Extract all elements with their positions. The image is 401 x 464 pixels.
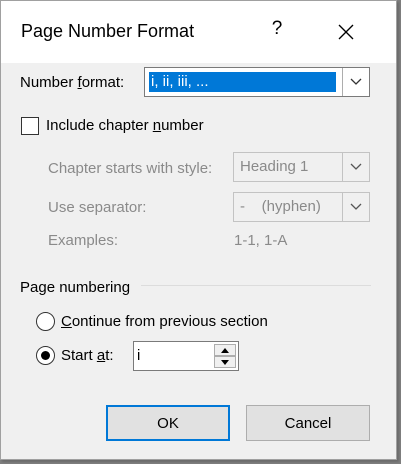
ok-button[interactable]: OK: [106, 405, 230, 441]
page-number-format-dialog: Page Number Format ? Number format: i, i…: [0, 0, 397, 460]
chapter-style-dropdown: Heading 1: [233, 152, 370, 182]
examples-label: Examples:: [48, 232, 119, 249]
page-numbering-heading: Page numbering: [20, 279, 131, 296]
number-format-value: i, ii, iii, ...: [149, 72, 336, 92]
include-chapter-label[interactable]: Include chapter number: [46, 117, 204, 134]
chapter-style-dropdown-button: [342, 153, 369, 181]
triangle-down-icon: [221, 359, 229, 365]
number-format-dropdown-button[interactable]: [342, 68, 369, 96]
close-icon: [338, 24, 354, 40]
chapter-style-value: Heading 1: [240, 158, 309, 175]
spin-up-button[interactable]: [214, 344, 236, 356]
radio-selected-dot: [41, 351, 50, 360]
triangle-up-icon: [221, 347, 229, 353]
include-chapter-checkbox[interactable]: [21, 117, 39, 135]
separator-label: Use separator:: [48, 199, 147, 216]
dialog-title: Page Number Format: [21, 21, 195, 41]
separator-dropdown: - (hyphen): [233, 192, 370, 222]
chapter-style-label: Chapter starts with style:: [48, 160, 213, 177]
section-divider: [141, 285, 371, 286]
start-at-radio[interactable]: [36, 346, 55, 365]
chevron-down-icon: [350, 163, 362, 170]
close-button[interactable]: [331, 17, 361, 47]
continue-label[interactable]: Continue from previous section: [61, 313, 268, 330]
cancel-button[interactable]: Cancel: [246, 405, 370, 441]
help-button[interactable]: ?: [265, 18, 289, 40]
separator-dropdown-button: [342, 193, 369, 221]
spin-down-button[interactable]: [214, 356, 236, 368]
separator-value: - (hyphen): [240, 198, 321, 215]
start-at-value: i: [137, 347, 141, 364]
title-bar: Page Number Format ?: [1, 1, 396, 63]
number-format-label: Number format:: [20, 74, 125, 91]
start-at-label[interactable]: Start at:: [61, 347, 114, 364]
examples-value: 1-1, 1-A: [234, 232, 288, 249]
start-at-input[interactable]: i: [133, 341, 239, 371]
chevron-down-icon: [350, 78, 362, 85]
chevron-down-icon: [350, 203, 362, 210]
continue-radio[interactable]: [36, 312, 55, 331]
number-format-dropdown[interactable]: i, ii, iii, ...: [144, 67, 370, 97]
